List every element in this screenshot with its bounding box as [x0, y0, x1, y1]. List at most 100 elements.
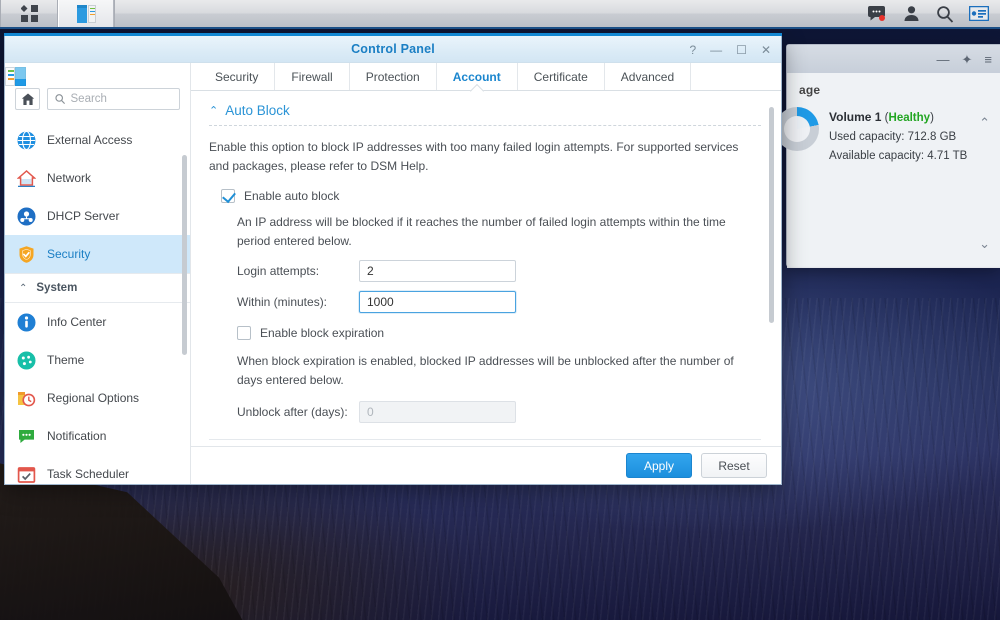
reset-button[interactable]: Reset — [701, 453, 767, 478]
apps-grid-icon — [20, 5, 38, 22]
sidebar-item-label: DHCP Server — [47, 209, 120, 223]
sidebar-item-network[interactable]: Network — [5, 159, 190, 197]
widgets-button[interactable] — [962, 0, 996, 28]
tab-label: Protection — [365, 69, 420, 84]
auto-block-section-header[interactable]: ⌃ Auto Block — [209, 103, 761, 118]
minimize-icon[interactable]: — — [937, 53, 950, 66]
help-icon[interactable]: ? — [689, 44, 696, 56]
network-house-icon — [16, 169, 37, 188]
sidebar-item-dhcp-server[interactable]: DHCP Server — [5, 197, 190, 235]
enable-block-expiration-label: Enable block expiration — [260, 326, 385, 340]
within-minutes-label: Within (minutes): — [237, 295, 328, 309]
sidebar-item-label: External Access — [47, 133, 133, 147]
enable-auto-block-checkbox[interactable] — [221, 189, 235, 203]
speech-bubble-icon — [17, 427, 36, 446]
sidebar-item-label: Security — [47, 247, 91, 261]
tab-bar-filler — [690, 63, 781, 90]
tab-advanced[interactable]: Advanced — [603, 63, 690, 90]
search-button[interactable] — [928, 0, 962, 28]
content-scrollbar[interactable] — [769, 107, 774, 323]
login-attempts-label: Login attempts: — [237, 264, 320, 278]
used-capacity-text: Used capacity: 712.8 GB — [829, 131, 957, 143]
sidebar-item-theme[interactable]: Theme — [5, 341, 190, 379]
control-panel-titlebar: Control Panel ? — ☐ ✕ — [5, 36, 781, 63]
settings-content: ⌃ Auto Block Enable this option to block… — [191, 91, 781, 446]
volume-name: Volume 1 — [829, 110, 882, 124]
sidebar-search-row — [5, 85, 190, 117]
minimize-icon[interactable]: — — [710, 44, 722, 56]
within-minutes-input[interactable] — [359, 291, 516, 313]
search-input[interactable] — [70, 93, 179, 105]
block-expiration-hint: When block expiration is enabled, blocke… — [237, 354, 734, 387]
enable-block-expiration-checkbox[interactable] — [237, 326, 251, 340]
search-box[interactable] — [47, 88, 180, 110]
list-icon[interactable]: ≡ — [984, 53, 992, 66]
globe-icon — [17, 130, 36, 150]
window-title: Control Panel — [351, 42, 435, 56]
sidebar-item-notification[interactable]: Notification — [5, 417, 190, 455]
enable-auto-block-label: Enable auto block — [244, 189, 340, 203]
close-icon[interactable]: ✕ — [761, 44, 771, 56]
available-capacity-text: Available capacity: 4.71 TB — [829, 150, 968, 162]
section-divider — [209, 125, 761, 126]
control-panel-window: Control Panel ? — ☐ ✕ Search External Ac… — [4, 36, 782, 485]
sidebar-item-external-access[interactable]: External Access — [5, 121, 190, 159]
calendar-check-icon — [17, 465, 36, 484]
home-icon — [21, 93, 34, 105]
tab-security[interactable]: Security — [199, 63, 274, 90]
clock-calendar-icon — [17, 389, 36, 408]
action-footer: Apply Reset — [191, 446, 781, 484]
storage-widget-window: — ✦ ≡ age Volume 1 (Healthy) Used capaci… — [775, 44, 1000, 268]
home-button[interactable] — [15, 88, 40, 110]
pin-icon[interactable]: ✦ — [962, 53, 973, 66]
unblock-after-input — [359, 401, 516, 423]
scroll-down-icon[interactable]: ⌄ — [979, 236, 990, 252]
tab-certificate[interactable]: Certificate — [516, 63, 604, 90]
user-menu-button[interactable] — [894, 0, 928, 28]
sidebar-group-system[interactable]: ⌃ System — [5, 273, 190, 303]
sidebar-scrollbar[interactable] — [182, 155, 187, 355]
magnifier-icon — [937, 5, 954, 23]
sidebar-item-info-center[interactable]: Info Center — [5, 303, 190, 341]
tab-label: Security — [215, 69, 259, 84]
tab-label: Firewall — [291, 69, 333, 84]
enable-auto-block-row[interactable]: Enable auto block — [221, 189, 761, 203]
chevron-up-icon: ⌃ — [19, 282, 28, 294]
dhcp-icon — [17, 207, 36, 226]
taskbar-item-control-panel[interactable] — [58, 0, 114, 27]
storage-volume-info: Volume 1 (Healthy) Used capacity: 712.8 … — [829, 107, 967, 166]
taskbar — [0, 0, 1000, 29]
unblock-after-row: Unblock after (days): — [237, 401, 761, 423]
login-attempts-input[interactable] — [359, 260, 516, 282]
palette-icon — [17, 351, 36, 370]
taskbar-tray — [859, 0, 1000, 27]
tab-account[interactable]: Account — [435, 63, 517, 90]
sidebar-item-label: Notification — [47, 429, 107, 443]
tab-label: Account — [452, 69, 501, 84]
tab-firewall[interactable]: Firewall — [274, 63, 348, 90]
volume-title-line: Volume 1 (Healthy) — [829, 110, 934, 124]
apply-button[interactable]: Apply — [626, 453, 692, 478]
allow-block-divider — [209, 439, 761, 440]
window-controls: ? — ☐ ✕ — [689, 36, 771, 63]
shield-icon — [17, 245, 36, 264]
sidebar: External Access Network — [5, 63, 191, 484]
chat-bubble-icon — [867, 6, 885, 21]
sidebar-item-task-scheduler[interactable]: Task Scheduler — [5, 455, 190, 484]
tab-bar: Security Firewall Protection Account Cer… — [191, 63, 781, 91]
storage-widget-titlebar: — ✦ ≡ — [787, 45, 1000, 73]
within-minutes-row: Within (minutes): — [237, 291, 761, 313]
sidebar-item-regional-options[interactable]: Regional Options — [5, 379, 190, 417]
sidebar-item-label: Task Scheduler — [47, 467, 130, 481]
sidebar-nav: External Access Network DHCP Server Secu… — [5, 121, 190, 484]
scroll-up-icon[interactable]: ⌃ — [979, 115, 990, 131]
enable-block-expiration-row[interactable]: Enable block expiration — [237, 326, 761, 340]
maximize-icon[interactable]: ☐ — [736, 44, 747, 56]
volume-status-badge: Healthy — [888, 112, 931, 124]
sidebar-item-label: Info Center — [47, 315, 107, 329]
apps-menu-button[interactable] — [1, 0, 57, 27]
control-panel-logo — [5, 63, 190, 86]
notifications-button[interactable] — [860, 0, 894, 28]
sidebar-item-security[interactable]: Security — [5, 235, 190, 273]
tab-protection[interactable]: Protection — [348, 63, 436, 90]
